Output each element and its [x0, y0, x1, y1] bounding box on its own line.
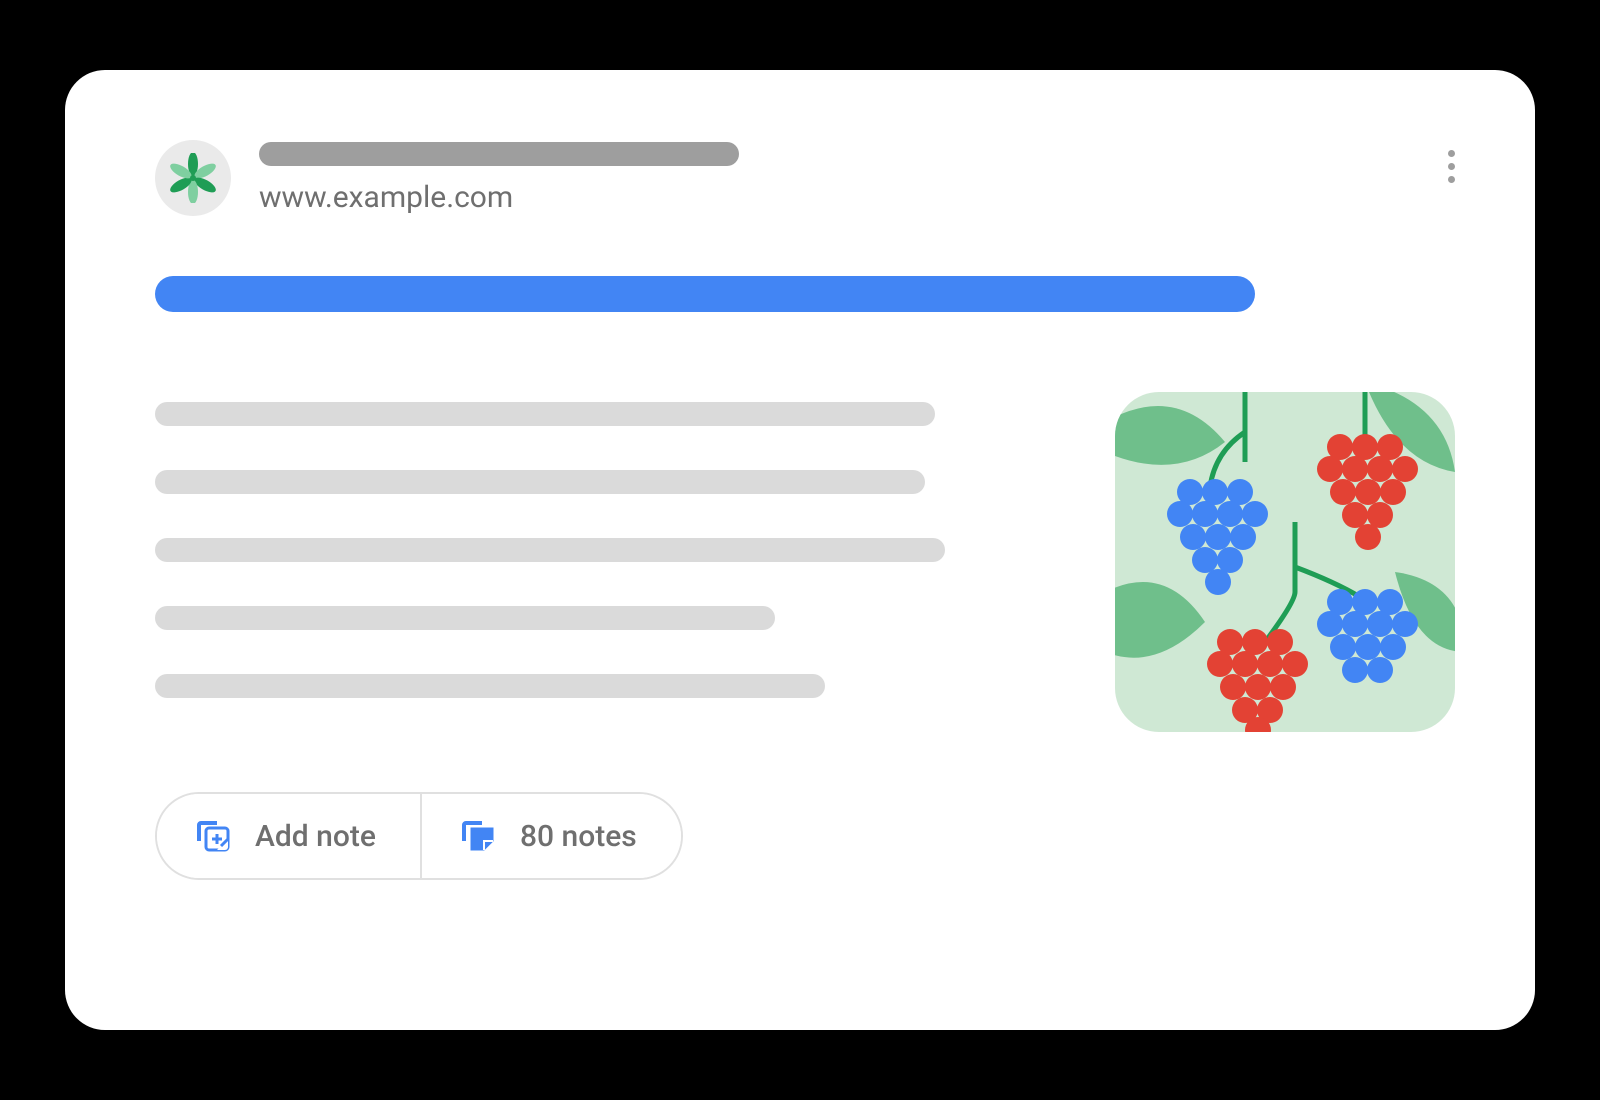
snippet-placeholder — [155, 392, 1055, 698]
snippet-line — [155, 402, 935, 426]
add-note-icon — [195, 818, 231, 854]
berries-icon — [1115, 392, 1455, 732]
result-header: www.example.com — [155, 140, 1455, 216]
search-result-card: www.example.com — [65, 70, 1535, 1030]
actions-bar: Add note 80 notes — [155, 792, 683, 880]
snippet-line — [155, 606, 775, 630]
snippet-line — [155, 470, 925, 494]
result-title-placeholder[interactable] — [155, 276, 1255, 312]
site-url[interactable]: www.example.com — [259, 180, 739, 215]
snippet-line — [155, 538, 945, 562]
result-thumbnail[interactable] — [1115, 392, 1455, 732]
add-note-button[interactable]: Add note — [157, 794, 420, 878]
site-info: www.example.com — [259, 142, 739, 215]
more-options-button[interactable] — [1448, 150, 1455, 183]
leaf-icon — [168, 153, 218, 203]
notes-icon — [460, 818, 496, 854]
add-note-label: Add note — [255, 819, 376, 854]
snippet-line — [155, 674, 825, 698]
result-body — [155, 392, 1455, 732]
notes-count-label: 80 notes — [520, 819, 637, 854]
view-notes-button[interactable]: 80 notes — [420, 794, 681, 878]
site-title-placeholder — [259, 142, 739, 166]
site-favicon — [155, 140, 231, 216]
